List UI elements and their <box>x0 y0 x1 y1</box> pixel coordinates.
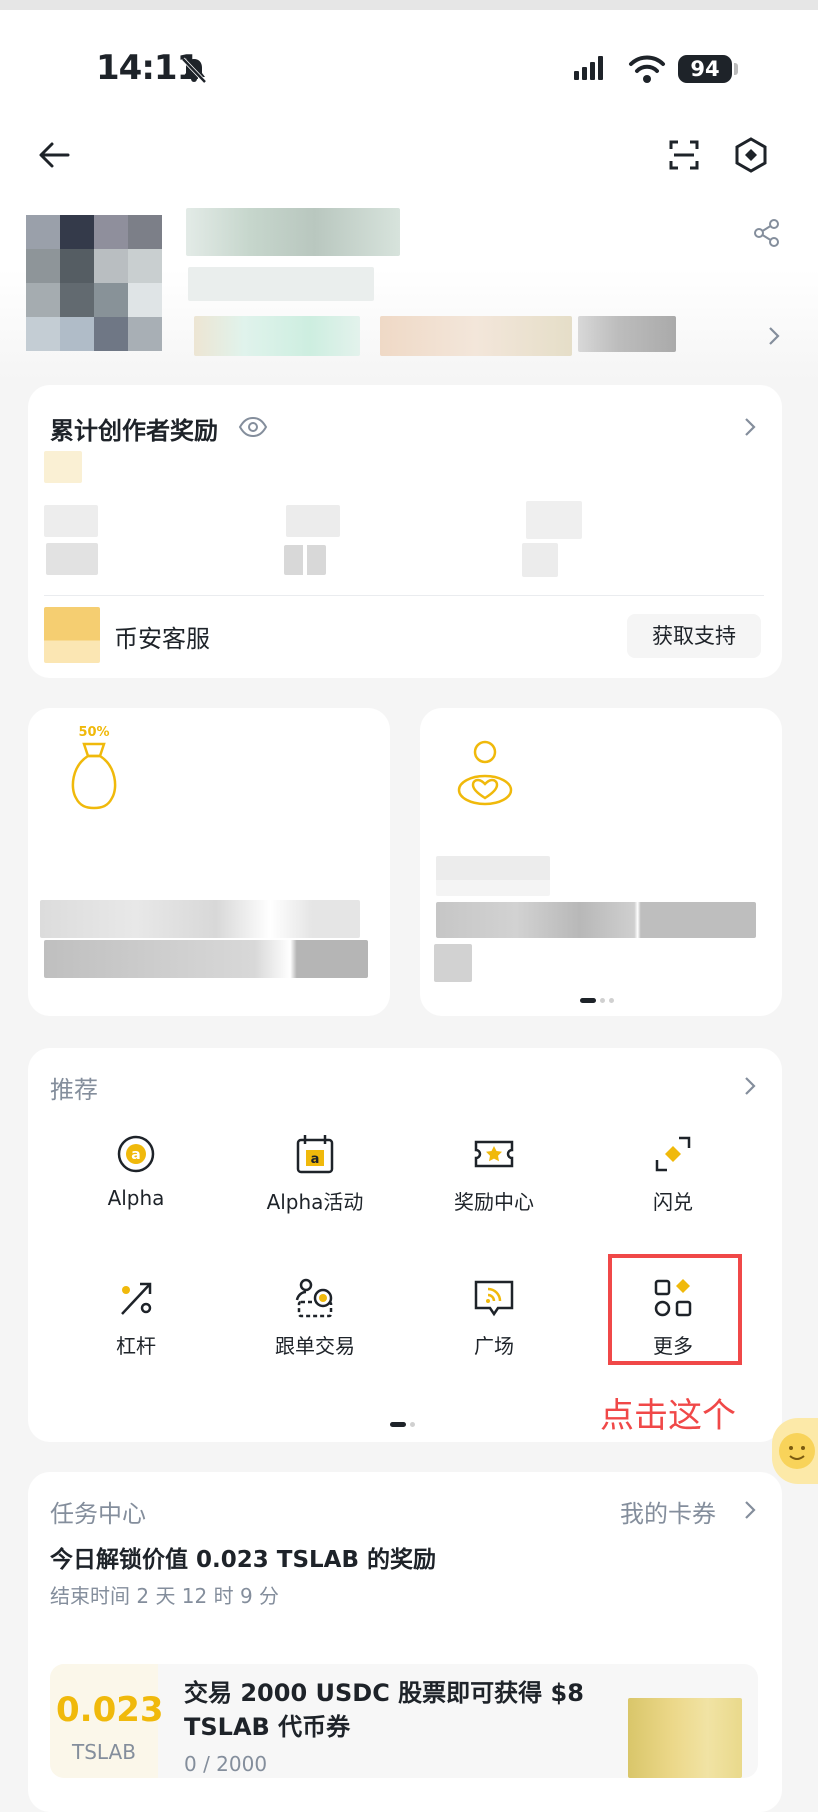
task-headline: 今日解锁价值 0.023 TSLAB 的奖励 <box>50 1547 437 1573</box>
eye-icon[interactable] <box>238 415 268 439</box>
annotation-text: 点击这个 <box>600 1396 736 1436</box>
top-strip <box>0 0 818 10</box>
convert-icon <box>655 1136 691 1172</box>
coupon-progress: 0 / 2000 <box>184 1752 268 1776</box>
promo-right-line2-blurred <box>436 902 756 938</box>
divider <box>44 595 764 596</box>
my-coupons-link[interactable]: 我的卡券 <box>620 1494 716 1529</box>
promo-right-line1-blurred <box>436 856 550 896</box>
badge-blurred-3 <box>578 316 676 352</box>
wifi-icon <box>629 55 665 83</box>
scan-icon[interactable] <box>662 133 706 177</box>
svg-text:a: a <box>311 1152 320 1167</box>
coupon-value: 0.023 <box>56 1690 164 1730</box>
charity-heart-icon <box>457 740 513 806</box>
coupon-task-item[interactable]: 0.023 TSLAB 交易 2000 USDC 股票即可获得 $8 TSLAB… <box>50 1664 758 1778</box>
task-end-time: 结束时间 2 天 12 时 9 分 <box>50 1584 280 1608</box>
recommend-chevron-icon[interactable] <box>738 1074 762 1098</box>
stat-2-blurred <box>286 505 340 537</box>
signal-icon <box>574 56 606 80</box>
alpha-icon: a <box>117 1135 155 1173</box>
leverage-icon <box>121 1282 152 1315</box>
recommend-item-rewards-center[interactable]: 奖励中心 <box>424 1132 564 1215</box>
recommend-item-square[interactable]: 广场 <box>424 1276 564 1359</box>
stat-1-value-blurred <box>46 543 98 575</box>
share-icon[interactable] <box>752 218 782 248</box>
task-center-title: 任务中心 <box>50 1500 146 1528</box>
recommend-label-alpha: Alpha <box>107 1186 165 1210</box>
coupon-value-panel: 0.023 TSLAB <box>50 1664 164 1778</box>
ticket-star-icon <box>474 1140 514 1168</box>
stat-3-blurred <box>526 501 582 539</box>
username-blurred <box>186 208 400 256</box>
recommend-page-dots <box>390 1414 419 1433</box>
recommend-item-copy-trading[interactable]: 跟单交易 <box>245 1276 385 1359</box>
recommend-card: 推荐 a Alpha a Alpha活动 奖励中心 闪兑 杠杆 跟单交易 广场 … <box>28 1048 782 1442</box>
promo-right-line3-blurred <box>434 944 472 982</box>
promo-page-dots <box>580 990 618 1009</box>
avatar[interactable] <box>26 215 162 351</box>
floating-assistant[interactable] <box>772 1418 818 1484</box>
recommend-item-margin[interactable]: 杠杆 <box>66 1276 206 1359</box>
bell-muted-icon <box>181 57 207 84</box>
promo-left-line1-blurred <box>40 900 360 938</box>
stat-3-value-blurred <box>522 543 558 577</box>
promo-card-right[interactable] <box>420 708 782 1016</box>
coupon-title: 交易 2000 USDC 股票即可获得 $8 TSLAB 代币券 <box>184 1679 584 1741</box>
binance-logo-icon[interactable] <box>729 133 773 177</box>
recommend-label-rewards-center: 奖励中心 <box>454 1190 534 1214</box>
promo-badge: 50% <box>78 726 109 740</box>
badge-blurred-2 <box>380 316 572 356</box>
my-coupons-chevron-icon[interactable] <box>738 1498 762 1522</box>
recommend-label-alpha-events: Alpha活动 <box>266 1190 364 1214</box>
recommend-label-copy-trading: 跟单交易 <box>275 1334 355 1358</box>
alpha-calendar-icon: a <box>296 1135 334 1174</box>
profile-chevron-icon[interactable] <box>762 324 786 348</box>
smiley-face-icon <box>779 1433 815 1469</box>
more-highlight-box <box>608 1254 742 1365</box>
battery-indicator: 94 <box>678 55 732 83</box>
svg-text:a: a <box>131 1147 140 1163</box>
recommend-label-square: 广场 <box>474 1334 514 1358</box>
recommend-title: 推荐 <box>50 1076 98 1104</box>
battery-tip <box>734 63 738 75</box>
creator-rewards-chevron-icon[interactable] <box>738 415 762 439</box>
service-avatar-blurred <box>44 607 100 663</box>
user-id-blurred <box>188 267 374 301</box>
reward-value-blurred <box>44 451 82 483</box>
stat-2-value-blurred <box>284 545 326 575</box>
copy-trading-icon <box>295 1278 333 1318</box>
promo-left-line2-blurred <box>44 940 368 978</box>
recommend-item-alpha-events[interactable]: a Alpha活动 <box>245 1132 385 1215</box>
coupon-unit: TSLAB <box>72 1740 136 1764</box>
recommend-item-convert[interactable]: 闪兑 <box>603 1132 743 1215</box>
creator-rewards-title: 累计创作者奖励 <box>50 417 218 445</box>
recommend-label-margin: 杠杆 <box>116 1334 156 1358</box>
coupon-image-blurred <box>628 1698 742 1778</box>
recommend-label-convert: 闪兑 <box>653 1190 693 1214</box>
stat-1-blurred <box>44 505 98 537</box>
badge-blurred-1 <box>194 316 360 356</box>
recommend-item-alpha[interactable]: a Alpha <box>66 1132 206 1210</box>
get-support-button[interactable]: 获取支持 <box>627 614 761 658</box>
square-feed-icon <box>474 1280 514 1317</box>
promo-card-left[interactable]: 50% <box>28 708 390 1016</box>
back-arrow-icon[interactable] <box>32 133 76 177</box>
service-label: 币安客服 <box>114 625 210 653</box>
money-bag-icon: 50% <box>71 726 117 810</box>
